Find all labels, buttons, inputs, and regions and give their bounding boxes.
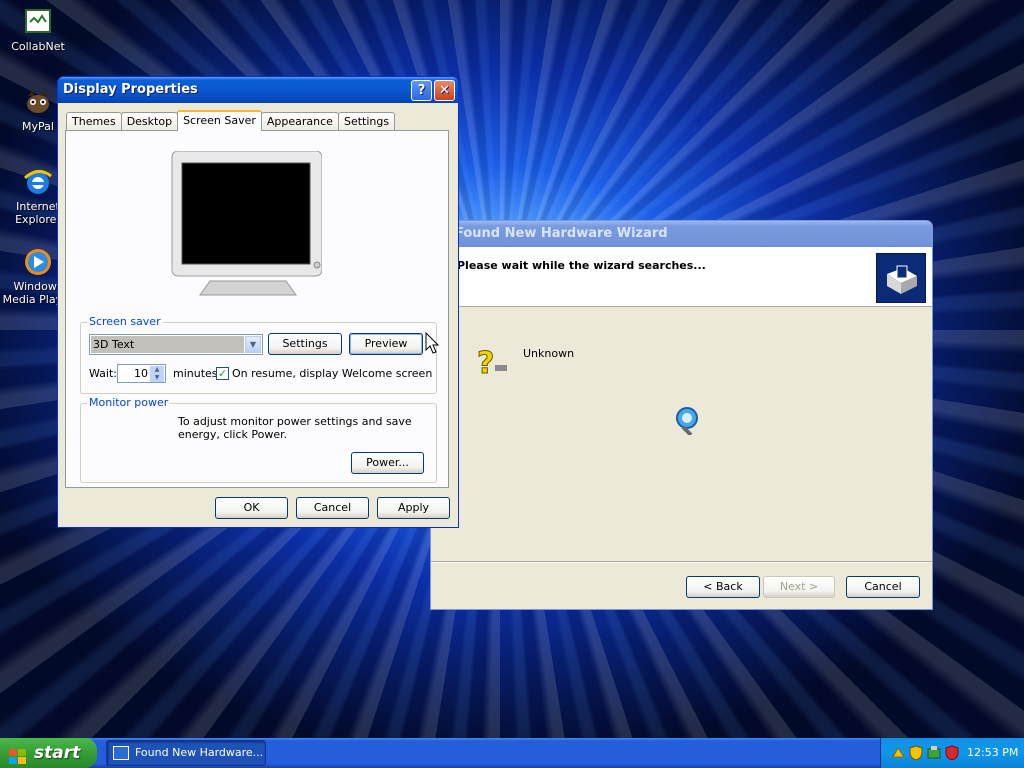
windows-logo-icon [9, 745, 27, 764]
cancel-button[interactable]: Cancel [296, 497, 369, 519]
device-name: Unknown [523, 347, 575, 360]
wizard-heading: Please wait while the wizard searches... [457, 259, 706, 272]
desktop-icon-collabnet[interactable]: CollabNet [0, 6, 76, 53]
window-title: Display Properties [63, 82, 198, 97]
tab-strip: Themes Desktop Screen Saver Appearance S… [66, 110, 396, 131]
wizard-back-button[interactable]: < Back [686, 576, 760, 598]
tab-settings[interactable]: Settings [337, 112, 396, 131]
taskbar-item-label: Found New Hardware... [135, 746, 264, 759]
wait-label: Wait: [89, 367, 117, 380]
svg-text:?: ? [477, 346, 494, 379]
spin-down-icon[interactable]: ▼ [150, 374, 164, 382]
wizard-title: Found New Hardware Wizard [455, 226, 668, 241]
tab-appearance[interactable]: Appearance [260, 112, 339, 131]
screen-saver-preview-button[interactable]: Preview [349, 333, 423, 355]
apply-button[interactable]: Apply [377, 497, 450, 519]
tab-screen-saver[interactable]: Screen Saver [177, 110, 262, 131]
display-properties-title-bar[interactable]: Display Properties ? ✕ [58, 77, 458, 103]
resume-checkbox[interactable]: ✓ [216, 367, 229, 380]
tab-desktop[interactable]: Desktop [120, 112, 179, 131]
screen-saver-group-title: Screen saver [87, 315, 163, 329]
clock: 12:53 PM [967, 746, 1019, 759]
chevron-down-icon[interactable]: ▼ [245, 336, 261, 353]
ok-button[interactable]: OK [215, 497, 288, 519]
start-button[interactable]: start [0, 738, 97, 768]
unknown-device-icon: ? [475, 345, 509, 382]
wizard-divider [431, 561, 932, 563]
resume-label: On resume, display Welcome screen [232, 367, 433, 380]
screen-saver-select[interactable]: 3D Text ▼ [89, 334, 263, 355]
tab-themes[interactable]: Themes [66, 112, 122, 131]
tray-alert-shield-icon[interactable] [945, 745, 960, 761]
desktop-icon-label: CollabNet [11, 40, 65, 53]
mouse-cursor-icon [425, 331, 440, 354]
screen-saver-selected: 3D Text [91, 336, 244, 353]
window-icon [113, 746, 129, 760]
hardware-wizard-icon [876, 253, 926, 303]
tray-network-icon[interactable] [891, 745, 906, 760]
minutes-label: minutes [173, 367, 218, 380]
media-player-icon [22, 246, 54, 278]
wizard-title-bar[interactable]: Found New Hardware Wizard [431, 221, 932, 247]
wizard-next-button[interactable]: Next > [763, 576, 835, 598]
taskbar: start Found New Hardware... 12:53 PM [0, 738, 1024, 768]
monitor-preview [170, 150, 323, 298]
wait-value: 10 [134, 367, 148, 380]
monitor-power-group-title: Monitor power [87, 396, 171, 410]
tray-security-shield-icon[interactable] [909, 745, 924, 761]
help-button[interactable]: ? [411, 80, 432, 101]
taskbar-item-hardware-wizard[interactable]: Found New Hardware... [106, 740, 266, 766]
internet-explorer-icon [22, 166, 54, 198]
wizard-cancel-button[interactable]: Cancel [846, 576, 920, 598]
wait-spinner[interactable]: 10 ▲ ▼ [117, 364, 166, 383]
wizard-window: Found New Hardware Wizard Please wait wh… [430, 220, 933, 610]
power-description: To adjust monitor power settings and sav… [178, 415, 412, 441]
system-tray: 12:53 PM [880, 738, 1024, 768]
wizard-header: Please wait while the wizard searches... [431, 247, 932, 307]
spin-up-icon[interactable]: ▲ [150, 366, 164, 374]
screen-saver-panel: Screen saver 3D Text ▼ Settings Preview … [65, 130, 449, 488]
start-label: start [34, 743, 81, 763]
screen-saver-settings-button[interactable]: Settings [268, 333, 342, 355]
collabnet-icon [22, 6, 54, 38]
mypal-icon [22, 86, 54, 118]
power-button[interactable]: Power... [351, 452, 424, 474]
close-button[interactable]: ✕ [434, 80, 455, 101]
search-animation-icon [673, 405, 703, 437]
tray-hardware-icon[interactable] [927, 745, 942, 760]
